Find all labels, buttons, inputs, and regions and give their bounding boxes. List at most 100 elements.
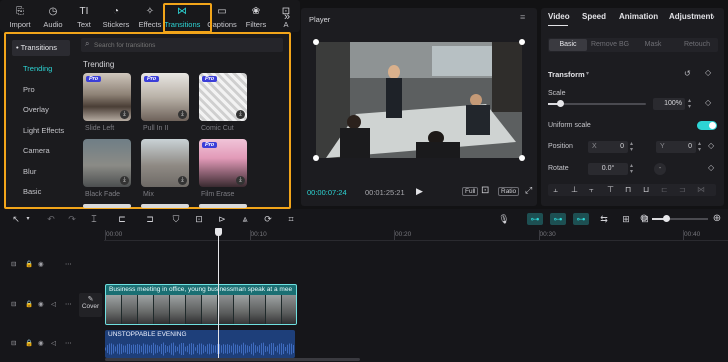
transition-thumb-partial[interactable] [83, 204, 131, 208]
transition-thumb-mix[interactable]: ⤓ [141, 139, 189, 187]
rotate-keyframe-icon[interactable]: ◇ [708, 163, 714, 172]
split-right-icon[interactable]: ⊐ [144, 213, 156, 225]
split-left-icon[interactable]: ⊏ [116, 213, 128, 225]
link-main-track-icon[interactable]: ⊶ [527, 213, 543, 225]
rotate-clip-icon[interactable]: ⟳ [262, 213, 274, 225]
position-keyframe-icon[interactable]: ◇ [708, 141, 714, 150]
track1-lock-icon[interactable]: 🔒 [25, 260, 33, 268]
position-y-stepper-icon[interactable]: ▴ ▾ [698, 141, 701, 153]
track1-more-icon[interactable]: ⋯ [65, 260, 72, 268]
track3-more-icon[interactable]: ⋯ [65, 339, 72, 347]
transition-thumb-black-fade[interactable]: ⤓ [83, 139, 131, 187]
preview-handle-tl[interactable] [313, 39, 319, 45]
uniform-scale-toggle[interactable] [697, 121, 717, 130]
playhead-line[interactable] [218, 233, 219, 359]
video-clip[interactable]: Business meeting in office, young busine… [105, 284, 297, 325]
player-menu-icon[interactable]: ≡ [520, 12, 525, 22]
transition-thumb-pull-in-ii[interactable]: Pro ⤓ [141, 73, 189, 121]
download-icon[interactable]: ⤓ [236, 110, 245, 119]
tab-adjustment[interactable]: Adjustment [669, 12, 713, 21]
tab-speed[interactable]: Speed [582, 12, 606, 21]
tab-animation[interactable]: Animation [619, 12, 658, 21]
reverse-icon[interactable]: ⊳ [216, 213, 228, 225]
align-option-icon[interactable]: ⊥ [571, 185, 578, 194]
preview-axis-icon[interactable]: ⇆ [598, 213, 610, 225]
link-magnet-icon[interactable]: ⊶ [550, 213, 566, 225]
position-x-field[interactable]: X 0 [588, 141, 628, 153]
preview-handle-br[interactable] [519, 155, 525, 161]
track2-audio-icon[interactable]: ◁ [51, 300, 56, 308]
sidebar-item-basic[interactable]: Basic [12, 184, 70, 200]
track3-eye-icon[interactable]: ◉ [38, 339, 44, 347]
align-option-icon[interactable]: ⫠ [553, 185, 558, 195]
cover-button[interactable]: ✎ Cover [79, 293, 102, 317]
subtab-retouch[interactable]: Retouch [678, 39, 716, 51]
play-icon[interactable]: ▶ [416, 186, 423, 197]
sidebar-item-camera[interactable]: Camera [12, 143, 70, 159]
toolbar-more-icon[interactable]: » [284, 11, 290, 23]
align-option-icon[interactable]: ⋈ [697, 185, 705, 194]
playhead-handle[interactable] [215, 228, 222, 236]
scale-slider-knob[interactable] [556, 100, 564, 107]
redo-icon[interactable]: ↷ [66, 213, 78, 225]
preview-handle-bl[interactable] [313, 155, 319, 161]
sidebar-item-trending[interactable]: Trending [12, 61, 70, 77]
inspector-more-icon[interactable]: › [712, 12, 715, 21]
select-cursor-icon[interactable]: ↖ [10, 213, 22, 225]
download-icon[interactable]: ⤓ [120, 176, 129, 185]
reset-icon[interactable]: ↺ [684, 69, 691, 78]
fit-icon[interactable]: ⊡ [481, 185, 489, 196]
subtab-remove-bg[interactable]: Remove BG [590, 39, 630, 51]
download-icon[interactable]: ⤓ [236, 176, 245, 185]
rotate-value-field[interactable]: 0.0° [588, 163, 628, 175]
align-option-icon[interactable]: ⊤ [607, 185, 614, 194]
zoom-out-icon[interactable]: ⊖ [638, 213, 650, 225]
position-y-field[interactable]: Y 0 [656, 141, 696, 153]
download-icon[interactable]: ⤓ [178, 176, 187, 185]
download-icon[interactable]: ⤓ [120, 110, 129, 119]
transition-thumb-partial[interactable] [141, 204, 189, 208]
align-option-icon[interactable]: ⊓ [625, 185, 631, 194]
select-chevron-icon[interactable]: ▾ [22, 213, 34, 225]
transform-chevron-icon[interactable]: ▾ [586, 70, 589, 77]
crop-icon[interactable]: ⌗ [285, 213, 297, 225]
rotate-stepper-icon[interactable]: ▴ ▾ [630, 163, 633, 175]
align-option-icon[interactable]: ⊐ [679, 185, 686, 194]
transition-thumb-slide-left[interactable]: Pro ⤓ [83, 73, 131, 121]
transition-thumb-comic-cut[interactable]: Pro ⤓ [199, 73, 247, 121]
subtab-mask[interactable]: Mask [640, 39, 666, 51]
track2-toggle-icon[interactable]: ⊟ [11, 300, 16, 308]
track1-eye-icon[interactable]: ◉ [38, 260, 44, 268]
track3-audio-icon[interactable]: ◁ [51, 339, 56, 347]
align-option-icon[interactable]: ⊏ [661, 185, 668, 194]
toolbar-import-button[interactable]: ⎘ Import [2, 6, 38, 29]
sidebar-item-blur[interactable]: Blur [12, 164, 70, 180]
align-option-icon[interactable]: ⊔ [643, 185, 649, 194]
full-button[interactable]: Full [462, 187, 479, 196]
scale-value-field[interactable]: 100% [653, 98, 685, 110]
keyframe-icon[interactable]: ◇ [705, 68, 711, 77]
mirror-icon[interactable]: ⩓ [239, 213, 251, 225]
track3-toggle-icon[interactable]: ⊟ [11, 339, 16, 347]
search-input[interactable] [94, 39, 279, 51]
zoom-slider[interactable] [652, 215, 708, 222]
toolbar-stickers-button[interactable]: ◔ Stickers [98, 6, 134, 29]
timeline-scrollbar[interactable] [105, 358, 360, 361]
rotate-dial[interactable]: - [654, 163, 666, 175]
track2-eye-icon[interactable]: ◉ [38, 300, 44, 308]
microphone-icon[interactable]: 🎙 [498, 213, 510, 225]
audio-clip[interactable]: UNSTOPPABLE EVENING [105, 330, 295, 358]
ratio-button[interactable]: Ratio [498, 187, 520, 196]
align-option-icon[interactable]: ⫟ [589, 185, 594, 195]
scale-stepper-icon[interactable]: ▴ ▾ [688, 98, 691, 110]
subtab-basic[interactable]: Basic [549, 39, 587, 51]
video-preview[interactable] [316, 42, 522, 158]
align-track-icon[interactable]: ⊞ [620, 213, 632, 225]
scale-slider[interactable] [548, 100, 646, 107]
sidebar-item-light-effects[interactable]: Light Effects [12, 123, 70, 139]
snap-icon[interactable]: ⊶ [573, 213, 589, 225]
track1-toggle-icon[interactable]: ⊟ [11, 260, 16, 268]
position-x-stepper-icon[interactable]: ▴ ▾ [630, 141, 633, 153]
zoom-slider-knob[interactable] [663, 215, 670, 222]
transition-thumb-film-erase[interactable]: Pro ⤓ [199, 139, 247, 187]
